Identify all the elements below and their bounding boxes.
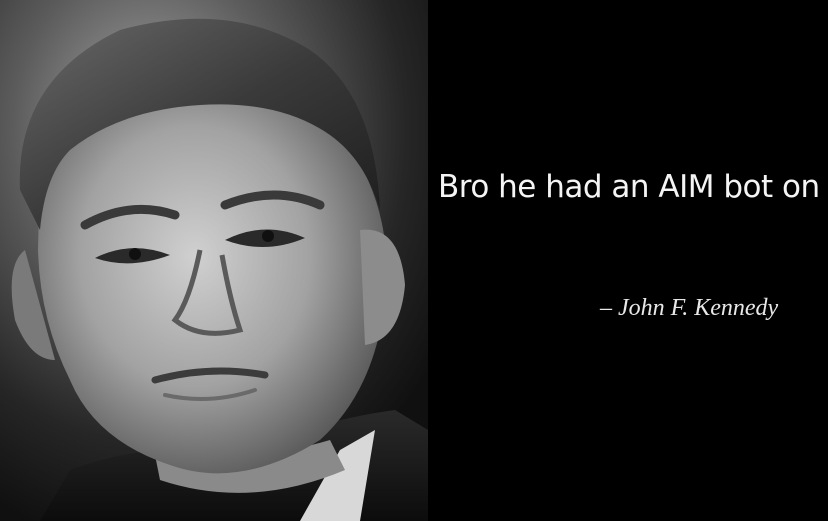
portrait-illustration	[0, 0, 428, 521]
quote-meme: Bro he had an AIM bot on – John F. Kenne…	[0, 0, 828, 521]
quote-panel: Bro he had an AIM bot on – John F. Kenne…	[428, 0, 828, 521]
quote-attribution: – John F. Kennedy	[600, 295, 779, 321]
quote-text: Bro he had an AIM bot on	[438, 169, 820, 205]
portrait-photo	[0, 0, 428, 521]
